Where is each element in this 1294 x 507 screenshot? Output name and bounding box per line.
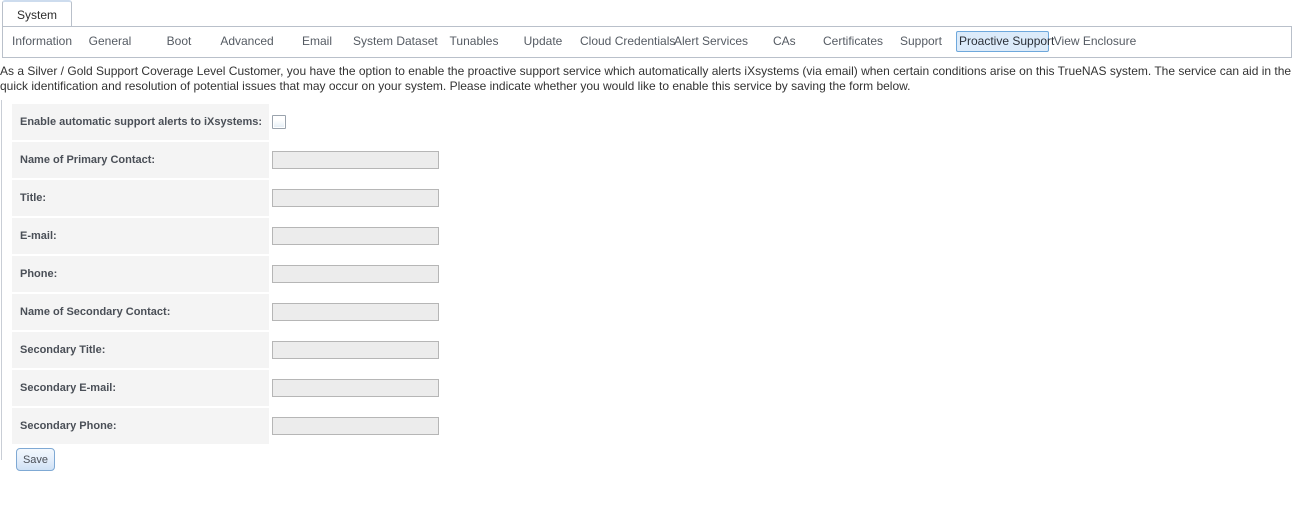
form-row: Title: (0, 180, 1294, 216)
form-label-text: E-mail: (20, 230, 57, 242)
form-label-text: Secondary E-mail: (20, 382, 116, 394)
form-label-enable-automatic-support-alerts-to-ixsystems: Enable automatic support alerts to iXsys… (12, 104, 269, 140)
nav-item-label: Boot (166, 34, 192, 48)
nav-item-label: Proactive Support (959, 34, 1055, 48)
input-phone[interactable] (272, 265, 439, 283)
window-tab-system-label: System (16, 7, 57, 22)
input-secondary-e-mail[interactable] (272, 379, 439, 397)
form-row: Name of Primary Contact: (0, 142, 1294, 178)
nav-item-tunables[interactable]: Tunables (447, 31, 501, 52)
form-field-wrapper (272, 142, 439, 178)
form-row: Phone: (0, 256, 1294, 292)
form-label-title: Title: (12, 180, 269, 216)
nav-item-general[interactable]: General (84, 31, 136, 52)
form-field-wrapper (272, 370, 439, 406)
window-tab-system[interactable]: System (2, 0, 72, 27)
form-row: Name of Secondary Contact: (0, 294, 1294, 330)
form-field-wrapper (272, 256, 439, 292)
nav-item-alert-services[interactable]: Alert Services (670, 31, 752, 52)
form-label-text: Enable automatic support alerts to iXsys… (20, 116, 263, 128)
form-label-text: Secondary Phone: (20, 420, 117, 432)
save-button[interactable]: Save (16, 448, 55, 471)
form-field-wrapper (272, 218, 439, 254)
nav-item-label: Advanced (220, 34, 274, 48)
nav-item-label: Email (302, 34, 333, 48)
form-label-text: Secondary Title: (20, 344, 106, 356)
nav-item-email[interactable]: Email (300, 31, 334, 52)
nav-item-label: View Enclosure (1053, 34, 1137, 48)
form-field-wrapper (272, 180, 439, 216)
nav-item-proactive-support[interactable]: Proactive Support (956, 31, 1054, 52)
form-row: Enable automatic support alerts to iXsys… (0, 104, 1294, 140)
input-secondary-phone[interactable] (272, 417, 439, 435)
nav-item-system-dataset[interactable]: System Dataset (351, 31, 439, 52)
nav-item-label: Cloud Credentials (580, 34, 676, 48)
nav-item-label: System Dataset (353, 34, 438, 48)
system-nav-bar: Information General Boot Advanced Email Syste… (2, 26, 1292, 58)
form-label-name-of-secondary-contact: Name of Secondary Contact: (12, 294, 269, 330)
nav-item-update[interactable]: Update (520, 31, 566, 52)
input-secondary-title[interactable] (272, 341, 439, 359)
form-field-wrapper (272, 104, 286, 140)
form-row: E-mail: (0, 218, 1294, 254)
form-label-phone: Phone: (12, 256, 269, 292)
nav-item-label: CAs (773, 34, 796, 48)
nav-item-label: Tunables (449, 34, 499, 48)
form-row: Secondary Phone: (0, 408, 1294, 444)
form-label-secondary-title: Secondary Title: (12, 332, 269, 368)
window-tab-strip: System (0, 0, 1294, 27)
nav-item-cloud-credentials[interactable]: Cloud Credentials (578, 31, 675, 52)
nav-item-advanced[interactable]: Advanced (216, 31, 278, 52)
form-field-wrapper (272, 294, 439, 330)
input-name-of-secondary-contact[interactable] (272, 303, 439, 321)
form-label-secondary-phone: Secondary Phone: (12, 408, 269, 444)
nav-item-cas[interactable]: CAs (771, 31, 797, 52)
nav-item-label: Support (899, 34, 943, 48)
nav-item-label: General (88, 34, 132, 48)
input-e-mail[interactable] (272, 227, 439, 245)
form-label-secondary-e-mail: Secondary E-mail: (12, 370, 269, 406)
form-row: Secondary E-mail: (0, 370, 1294, 406)
page-description: As a Silver / Gold Support Coverage Leve… (0, 64, 1292, 93)
form-label-name-of-primary-contact: Name of Primary Contact: (12, 142, 269, 178)
nav-item-label: Information (12, 34, 73, 48)
form-label-text: Title: (20, 192, 47, 204)
form-row: Secondary Title: (0, 332, 1294, 368)
form-label-text: Phone: (20, 268, 58, 280)
proactive-support-form: Enable automatic support alerts to iXsys… (0, 104, 1294, 446)
form-label-text: Name of Secondary Contact: (20, 306, 171, 318)
nav-item-label: Alert Services (673, 34, 749, 48)
save-button-label: Save (22, 453, 49, 466)
form-label-e-mail: E-mail: (12, 218, 269, 254)
form-field-wrapper (272, 332, 439, 368)
form-field-wrapper (272, 408, 439, 444)
input-name-of-primary-contact[interactable] (272, 151, 439, 169)
nav-item-certificates[interactable]: Certificates (818, 31, 888, 52)
nav-item-support[interactable]: Support (896, 31, 946, 52)
nav-item-view-enclosure[interactable]: View Enclosure (1051, 31, 1139, 52)
checkbox-enable-automatic-support-alerts-to-ixsystems[interactable] (272, 115, 286, 129)
nav-item-label: Certificates (822, 34, 884, 48)
nav-item-label: Update (523, 34, 563, 48)
nav-item-information[interactable]: Information (10, 31, 72, 52)
nav-item-boot[interactable]: Boot (163, 31, 195, 52)
form-label-text: Name of Primary Contact: (20, 154, 156, 166)
input-title[interactable] (272, 189, 439, 207)
